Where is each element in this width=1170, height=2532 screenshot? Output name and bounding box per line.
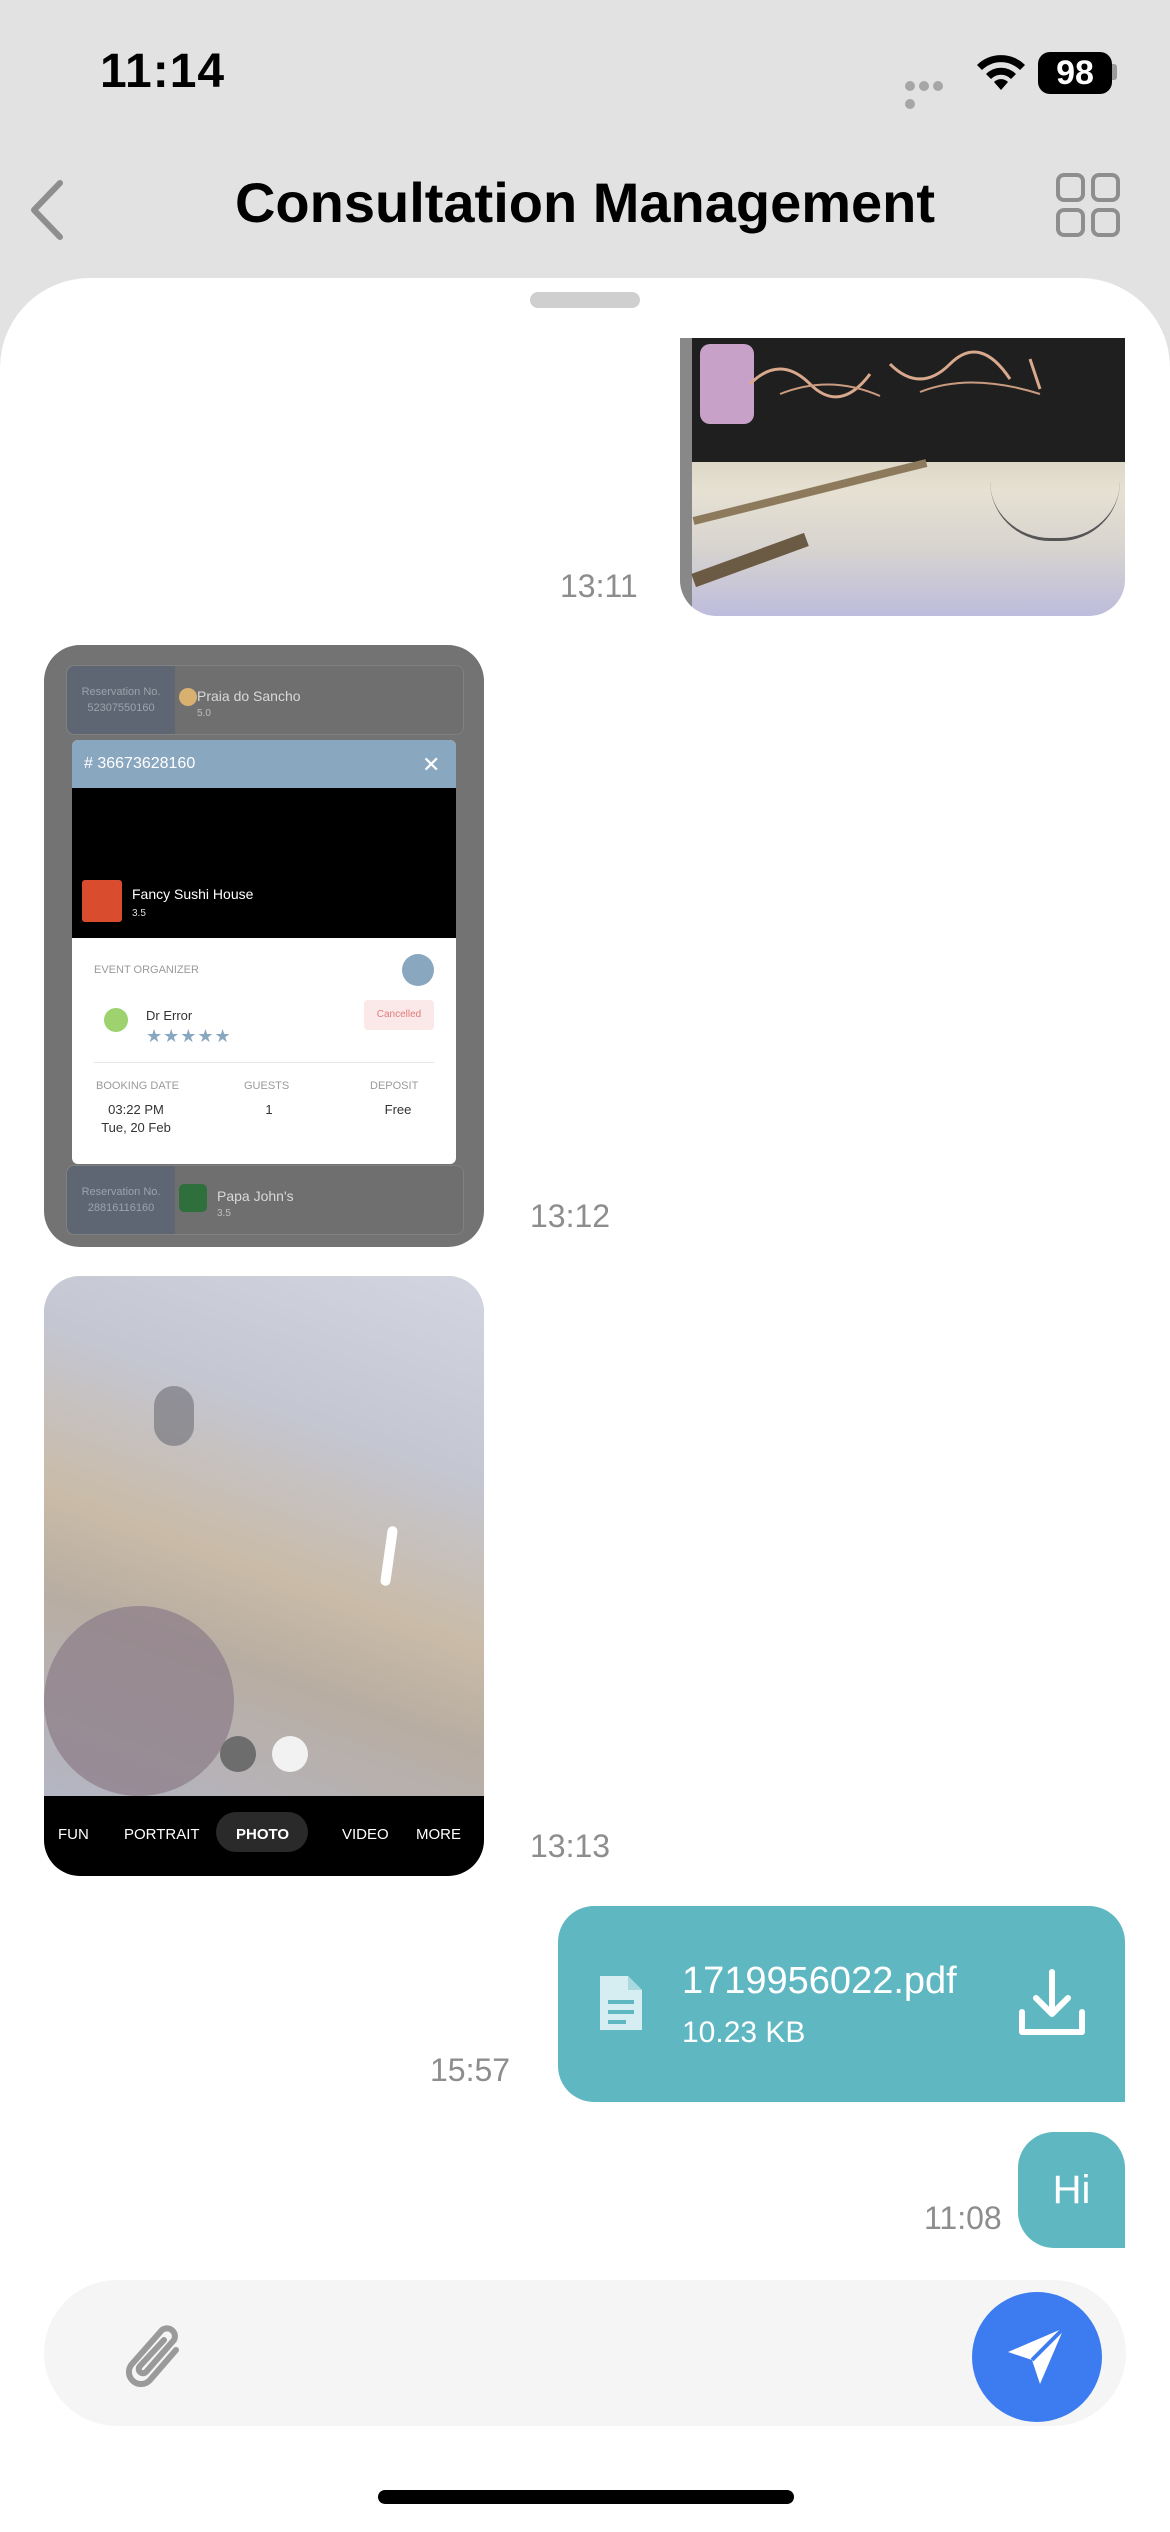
share-icon <box>402 954 434 986</box>
close-icon: ✕ <box>422 752 441 777</box>
back-chevron-icon[interactable] <box>24 175 72 245</box>
reservation-number-cell: Reservation No. 28816116160 <box>67 1166 175 1234</box>
restaurant-rating: 5.0 <box>197 708 211 719</box>
booking-id: # 36673628160 <box>72 740 456 788</box>
message-time: 15:57 <box>430 2052 511 2088</box>
battery-tip <box>1112 64 1117 80</box>
photo-cable <box>990 478 1120 541</box>
image-message[interactable] <box>680 338 1125 616</box>
group-portrait-icon <box>220 1736 256 1772</box>
file-message[interactable]: 1719956022.pdf 10.23 KB <box>558 1906 1125 2102</box>
reservation-number: 52307550160 <box>87 702 155 714</box>
deposit-value: Free <box>384 1102 412 1117</box>
send-button[interactable] <box>972 2292 1102 2422</box>
organizer-avatar <box>104 1008 128 1032</box>
download-icon[interactable] <box>1016 1966 1088 2040</box>
restaurant-rating: 3.5 <box>132 908 146 919</box>
restaurant-banner <box>72 788 456 938</box>
status-time: 11:14 <box>100 45 226 98</box>
booking-time: 03:22 PM <box>108 1102 164 1117</box>
status-badge: Cancelled <box>364 1000 434 1030</box>
deposit-label: DEPOSIT <box>370 1080 419 1092</box>
message-time: 13:13 <box>530 1828 611 1864</box>
booking-day: Tue, 20 Feb <box>101 1120 171 1135</box>
message-time: 13:11 <box>560 568 638 604</box>
restaurant-logo <box>179 1184 207 1212</box>
reservation-label: Reservation No. <box>81 686 161 698</box>
image-message[interactable]: FUN PORTRAIT PHOTO VIDEO MORE <box>44 1276 484 1876</box>
camera-blur <box>154 1386 194 1446</box>
image-message[interactable]: Reservation No. 52307550160 Praia do San… <box>44 645 484 1247</box>
restaurant-name: Papa John's <box>217 1188 294 1204</box>
message-time: 11:08 <box>924 2200 1002 2236</box>
camera-mode: PHOTO <box>236 1826 290 1843</box>
photo-edge <box>680 338 692 616</box>
message-time: 13:12 <box>530 1198 611 1234</box>
send-arrow-icon <box>1008 2326 1066 2384</box>
restaurant-logo <box>179 688 197 706</box>
restaurant-logo <box>82 880 122 922</box>
camera-blur <box>44 1606 234 1796</box>
camera-mode: PORTRAIT <box>124 1826 200 1843</box>
sheet-drag-handle[interactable] <box>530 292 640 308</box>
reservation-number: 28816116160 <box>87 1202 155 1214</box>
home-indicator <box>378 2490 794 2504</box>
camera-mode: MORE <box>416 1826 461 1843</box>
booking-modal: # 36673628160 ✕ Fancy Sushi House 3.5 EV… <box>72 740 456 1164</box>
camera-mode: VIDEO <box>342 1826 389 1843</box>
page-title: Consultation Management <box>234 171 936 234</box>
wifi-icon <box>977 55 1025 90</box>
reservation-row: Reservation No. 28816116160 Papa John's … <box>66 1165 464 1235</box>
reservation-label: Reservation No. <box>81 1186 161 1198</box>
organizer-name: Dr Error <box>146 1008 193 1023</box>
photo-beam <box>691 532 809 588</box>
grid-menu-icon[interactable] <box>1055 172 1121 238</box>
battery-icon: 98 <box>1038 52 1112 94</box>
status-bar: 11:14 98 <box>0 0 1170 140</box>
single-portrait-icon <box>272 1736 308 1772</box>
guests-value: 1 <box>265 1102 273 1117</box>
text-message[interactable]: Hi <box>1018 2132 1125 2248</box>
document-icon <box>600 1976 642 2030</box>
guests-label: GUESTS <box>244 1080 290 1092</box>
file-size: 10.23 KB <box>682 2016 806 2049</box>
restaurant-rating: 3.5 <box>217 1208 231 1219</box>
cellular-signal-icon <box>905 78 959 109</box>
camera-mode: FUN <box>58 1826 89 1843</box>
restaurant-name: Fancy Sushi House <box>132 886 254 902</box>
divider <box>94 1062 434 1063</box>
file-name: 1719956022.pdf <box>682 1960 957 2002</box>
restaurant-name: Praia do Sancho <box>197 688 301 704</box>
reservation-number-cell: Reservation No. 52307550160 <box>67 666 175 734</box>
message-input[interactable] <box>44 2280 1126 2426</box>
calligraphy-drawing <box>748 350 1042 399</box>
paperclip-icon[interactable] <box>124 2320 194 2400</box>
section-label: EVENT ORGANIZER <box>94 964 199 976</box>
booking-date-label: BOOKING DATE <box>96 1080 179 1092</box>
reservation-row: Reservation No. 52307550160 Praia do San… <box>66 665 464 735</box>
photo-beam <box>692 459 928 525</box>
organizer-stars: ★★★★★ <box>146 1026 232 1046</box>
